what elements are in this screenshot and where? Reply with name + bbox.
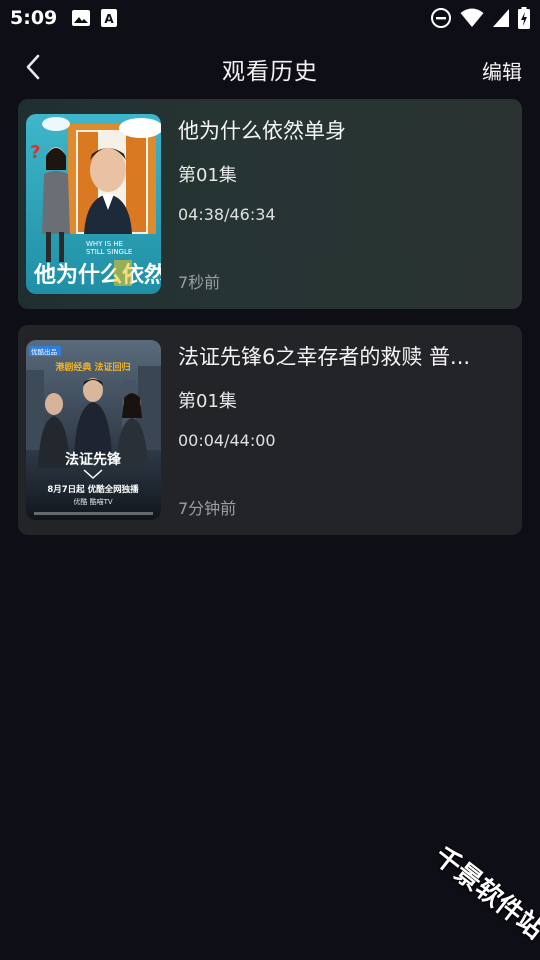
item-watched-time: 7秒前 — [178, 273, 221, 292]
page-title: 观看历史 — [222, 59, 318, 85]
back-button[interactable] — [18, 54, 48, 84]
edit-button[interactable]: 编辑 — [482, 56, 522, 85]
poster-image[interactable]: ? WHY IS HE STILL SINGLE 他为什么依然单身 — [26, 114, 161, 294]
status-time: 5:09 — [10, 7, 58, 29]
battery-charging-icon — [518, 7, 530, 29]
poster-logo: 法证先锋 — [65, 451, 122, 468]
wifi-icon — [460, 8, 484, 28]
item-watched-time: 7分钟前 — [178, 499, 237, 518]
watermark: 千景软件站 — [428, 841, 540, 946]
history-item[interactable]: 优酷出品 港剧经典 法证回归 法证先锋 8月7日起 优酷全网独播 优酷 酷喵TV — [18, 325, 522, 535]
status-bar: 5:09 A — [0, 0, 540, 36]
item-info: 他为什么依然单身 第01集 04:38/46:34 7秒前 — [178, 115, 510, 295]
poster-release: 8月7日起 优酷全网独播 — [47, 484, 139, 495]
app-bar: 观看历史 编辑 — [0, 36, 540, 102]
item-episode: 第01集 — [178, 391, 237, 412]
signal-icon — [492, 8, 510, 28]
chevron-left-icon — [24, 53, 42, 85]
image-icon — [71, 9, 91, 27]
svg-text:WHY IS HE: WHY IS HE — [86, 240, 123, 248]
svg-text:A: A — [105, 12, 115, 26]
poster-badge: 优酷出品 — [31, 347, 57, 356]
do-not-disturb-icon — [430, 7, 452, 29]
item-title: 法证先锋6之幸存者的救赎 普... — [178, 345, 471, 369]
svg-text:?: ? — [30, 142, 40, 163]
svg-text:他为什么依然单身: 他为什么依然单身 — [33, 262, 161, 288]
item-title: 他为什么依然单身 — [178, 119, 346, 143]
text-a-icon: A — [101, 9, 118, 27]
poster-platforms: 优酷 酷喵TV — [73, 497, 113, 506]
svg-text:STILL SINGLE: STILL SINGLE — [86, 248, 132, 256]
status-left-icons: A — [71, 9, 118, 27]
poster-tagline: 港剧经典 法证回归 — [55, 361, 130, 373]
item-progress: 00:04/44:00 — [178, 431, 276, 450]
poster-image[interactable]: 优酷出品 港剧经典 法证回归 法证先锋 8月7日起 优酷全网独播 优酷 酷喵TV — [26, 340, 161, 520]
item-episode: 第01集 — [178, 165, 237, 186]
history-list: ? WHY IS HE STILL SINGLE 他为什么依然单身 他为什么依然… — [18, 99, 522, 551]
item-progress: 04:38/46:34 — [178, 205, 276, 224]
status-right-icons — [430, 7, 530, 29]
item-info: 法证先锋6之幸存者的救赎 普... 第01集 00:04/44:00 7分钟前 — [178, 341, 510, 521]
history-item[interactable]: ? WHY IS HE STILL SINGLE 他为什么依然单身 他为什么依然… — [18, 99, 522, 309]
